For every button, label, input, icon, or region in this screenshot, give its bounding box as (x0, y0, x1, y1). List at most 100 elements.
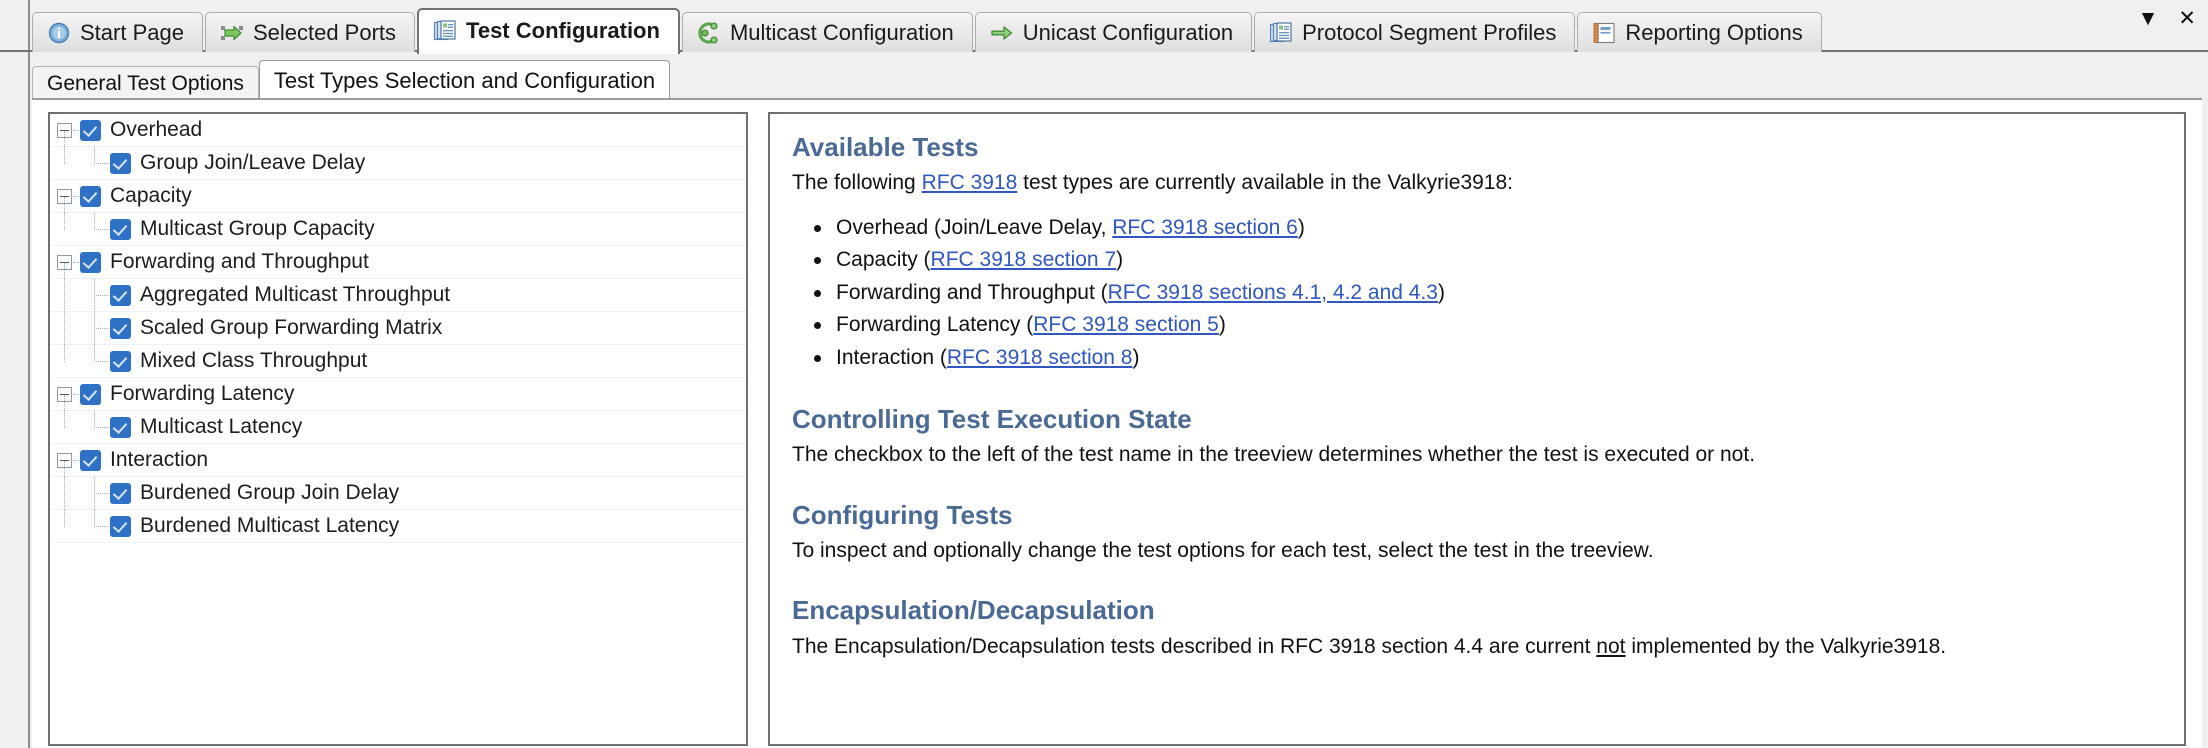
encap-text-before: The Encapsulation/Decapsulation tests de… (792, 634, 1597, 658)
list-item-text-after: ) (1132, 345, 1140, 369)
tab-label: Protocol Segment Profiles (1302, 19, 1557, 45)
tree-node[interactable]: Scaled Group Forwarding Matrix (50, 311, 746, 345)
tree-node[interactable]: Multicast Latency (50, 410, 746, 444)
tree-node-label: Scaled Group Forwarding Matrix (140, 316, 443, 339)
tab-multicast-configuration[interactable]: Multicast Configuration (681, 12, 973, 52)
tree-node-checkbox[interactable] (80, 251, 101, 273)
content-left-rail (0, 52, 30, 748)
green-arrow-icon (990, 21, 1014, 45)
tree-indent (80, 509, 111, 543)
test-type-list-item: Forwarding Latency (RFC 3918 section 5) (814, 309, 2162, 342)
tree-indent (50, 311, 80, 345)
tree-indent (50, 509, 80, 543)
tree-node-checkbox[interactable] (110, 416, 131, 438)
tree-connector (64, 130, 65, 147)
configuring-tests-body: To inspect and optionally change the tes… (792, 538, 1654, 562)
encapsulation-body: The Encapsulation/Decapsulation tests de… (792, 633, 2162, 661)
tree-node-checkbox[interactable] (110, 152, 131, 174)
tree-node[interactable]: Group Join/Leave Delay (50, 146, 746, 180)
stacked-documents-icon (433, 19, 457, 43)
tab-reporting-options[interactable]: Reporting Options (1577, 12, 1822, 52)
encap-text-after: implemented by the Valkyrie3918. (1625, 634, 1947, 658)
subtab-test-types-selection-and-configuration[interactable]: Test Types Selection and Configuration (258, 60, 671, 100)
tree-node-checkbox[interactable] (80, 383, 101, 405)
rfc-section-link[interactable]: RFC 3918 section 8 (947, 346, 1133, 369)
subtab-general-test-options[interactable]: General Test Options (32, 66, 259, 100)
tree-indent (80, 278, 111, 312)
tree-connector (94, 228, 111, 230)
rfc-section-link[interactable]: RFC 3918 section 6 (1112, 216, 1298, 239)
close-icon[interactable]: ✕ (2178, 8, 2196, 29)
subtab-label: General Test Options (47, 71, 244, 95)
list-item-text-after: ) (1218, 313, 1226, 337)
main-tab-bar: Start Page Selected Ports Test Configurati… (0, 0, 2208, 54)
rfc-section-link[interactable]: RFC 3918 section 7 (931, 248, 1117, 271)
tree-connector (94, 212, 95, 230)
tree-node[interactable]: Interaction (50, 444, 746, 477)
encap-emphasis: not (1596, 634, 1626, 658)
rfc-section-link[interactable]: RFC 3918 section 5 (1033, 313, 1219, 336)
content-area: General Test Options Test Types Selection… (0, 52, 2208, 748)
tree-node-checkbox[interactable] (110, 317, 131, 339)
tree-node[interactable]: Mixed Class Throughput (50, 344, 746, 378)
tree-node-checkbox[interactable] (80, 185, 101, 207)
tree-node-label: Capacity (110, 184, 192, 207)
tree-connector (94, 410, 95, 428)
tab-unicast-configuration[interactable]: Unicast Configuration (974, 12, 1253, 52)
tree-node[interactable]: Burdened Multicast Latency (50, 509, 746, 543)
test-types-panel: Overhead Group Join/Leave Delay Capacity Mu… (32, 98, 2202, 748)
tree-connector (94, 525, 111, 527)
tree-node-label: Aggregated Multicast Throughput (140, 283, 451, 306)
test-type-list-item: Forwarding and Throughput (RFC 3918 sect… (814, 277, 2162, 310)
tab-selected-ports[interactable]: Selected Ports (204, 12, 416, 52)
tree-node-checkbox[interactable] (110, 218, 131, 240)
tree-indent (50, 278, 80, 312)
list-item-text-after: ) (1297, 215, 1305, 239)
subtab-label: Test Types Selection and Configuration (273, 67, 656, 93)
tree-node-checkbox[interactable] (110, 350, 131, 372)
test-types-treeview[interactable]: Overhead Group Join/Leave Delay Capacity Mu… (48, 112, 748, 746)
tree-node[interactable]: Aggregated Multicast Throughput (50, 278, 746, 312)
execution-state-heading: Controlling Test Execution State (792, 404, 1192, 435)
tree-node[interactable]: Forwarding Latency (50, 378, 746, 411)
tree-node[interactable]: Overhead (50, 114, 746, 147)
list-item-text-after: ) (1437, 280, 1445, 304)
tree-node-checkbox[interactable] (80, 119, 101, 141)
list-item-text-before: Capacity ( (836, 248, 931, 272)
tree-indent (50, 378, 81, 411)
list-item-text-before: Forwarding and Throughput ( (836, 280, 1108, 304)
tree-node-checkbox[interactable] (110, 482, 131, 504)
tab-protocol-segment-profiles[interactable]: Protocol Segment Profiles (1254, 12, 1576, 52)
tree-node-checkbox[interactable] (80, 449, 101, 471)
available-tests-intro: The following RFC 3918 test types are cu… (792, 169, 2162, 197)
tree-node[interactable]: Forwarding and Throughput (50, 246, 746, 279)
tree-node[interactable]: Burdened Group Join Delay (50, 476, 746, 510)
rfc-section-link[interactable]: RFC 3918 sections 4.1, 4.2 and 4.3 (1108, 281, 1438, 304)
tree-node-label: Forwarding Latency (110, 382, 295, 405)
tree-indent (50, 114, 81, 147)
tree-indent (50, 476, 80, 510)
tree-connector (64, 146, 65, 164)
test-configuration-window: Start Page Selected Ports Test Configurati… (0, 0, 2208, 748)
list-item-text-after: ) (1116, 248, 1124, 272)
tree-indent (50, 410, 80, 444)
tree-node-checkbox[interactable] (110, 284, 131, 306)
tab-dropdown-icon[interactable]: ▼ (2138, 8, 2159, 29)
tree-node-label: Burdened Multicast Latency (140, 514, 400, 537)
tree-connector (64, 344, 65, 362)
tree-node-label: Burdened Group Join Delay (140, 481, 400, 504)
tree-connector (94, 509, 95, 527)
tab-start-page[interactable]: Start Page (32, 12, 203, 52)
tree-node-label: Mixed Class Throughput (140, 349, 368, 372)
tree-node-checkbox[interactable] (110, 515, 131, 537)
tab-label: Reporting Options (1625, 19, 1803, 45)
window-controls: ▼ ✕ (2138, 8, 2196, 29)
rfc-3918-link[interactable]: RFC 3918 (922, 171, 1018, 194)
tree-node[interactable]: Multicast Group Capacity (50, 212, 746, 246)
tree-indent (50, 212, 80, 246)
tree-node[interactable]: Capacity (50, 180, 746, 213)
execution-state-body: The checkbox to the left of the test nam… (792, 443, 1756, 467)
tab-test-configuration[interactable]: Test Configuration (417, 8, 680, 54)
tab-label: Selected Ports (252, 19, 397, 45)
green-arrow-ports-icon (220, 21, 244, 45)
